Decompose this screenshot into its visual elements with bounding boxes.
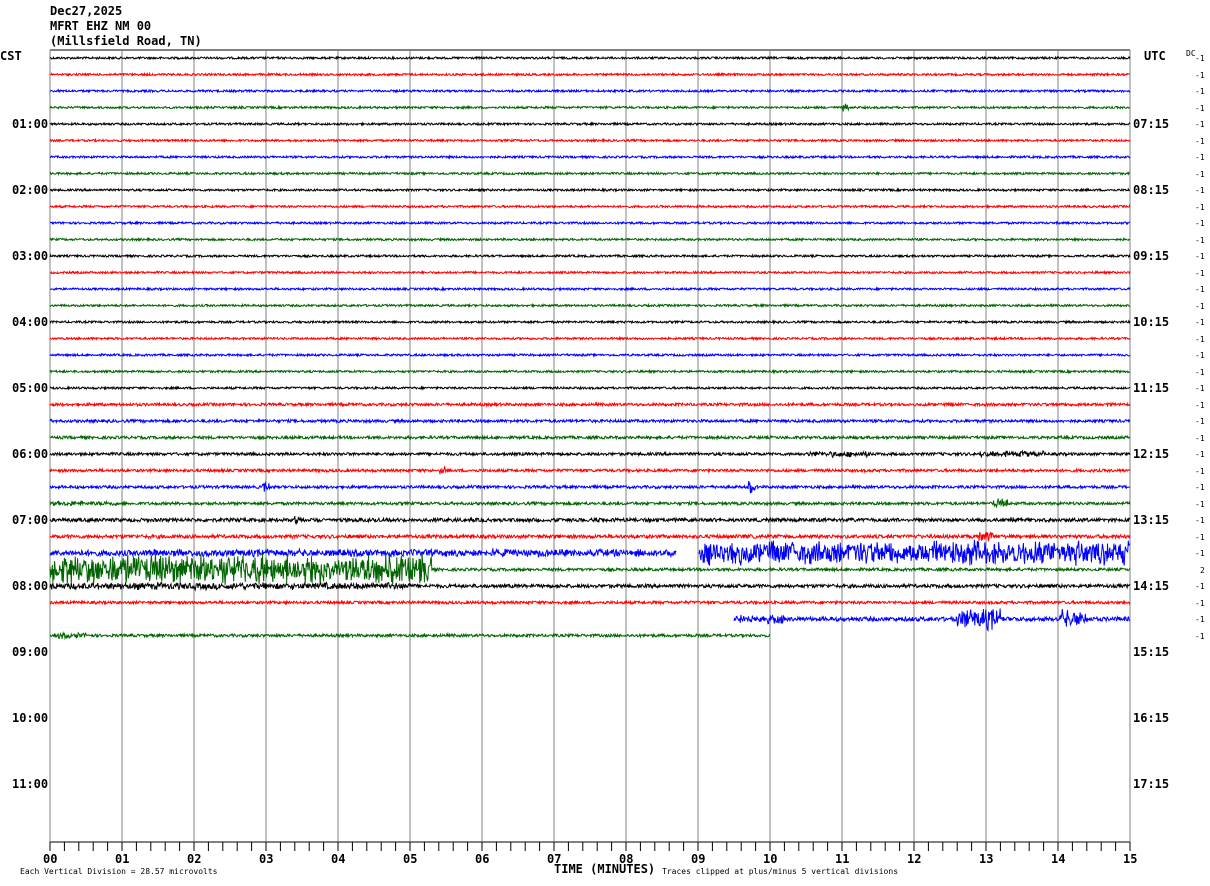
seismic-trace-row-15 bbox=[49, 302, 1131, 309]
seismic-trace-row-13 bbox=[49, 269, 1131, 276]
seismic-trace-row-20 bbox=[49, 385, 1131, 391]
seismic-trace-row-16 bbox=[49, 319, 1131, 325]
seismic-trace-row-23 bbox=[49, 434, 1131, 441]
seismic-trace-row-25 bbox=[49, 465, 1131, 475]
seismic-trace-row-11 bbox=[49, 236, 1131, 243]
seismic-trace-row-14 bbox=[50, 286, 1131, 292]
seismic-trace-row-1 bbox=[49, 71, 1131, 78]
seismic-trace-row-24 bbox=[49, 449, 1131, 459]
seismic-trace-row-2 bbox=[49, 88, 1131, 94]
seismic-trace-row-22 bbox=[49, 417, 1130, 425]
seismic-trace-row-17 bbox=[49, 335, 1131, 342]
seismic-trace-row-19 bbox=[49, 368, 1131, 375]
seismic-trace-row-7 bbox=[49, 170, 1131, 177]
seismic-trace-row-3 bbox=[49, 103, 1131, 112]
seismic-trace-row-31 bbox=[49, 552, 1131, 585]
seismic-trace-row-9 bbox=[49, 203, 1131, 210]
seismic-trace-row-21 bbox=[49, 401, 1131, 408]
seismic-trace-row-33 bbox=[49, 599, 1131, 606]
helicorder-plot bbox=[49, 49, 1131, 851]
seismic-trace-row-10 bbox=[49, 220, 1130, 226]
seismic-trace-row-34 bbox=[733, 608, 1130, 632]
seismic-trace-row-4 bbox=[49, 121, 1131, 127]
seismic-trace-row-6 bbox=[49, 154, 1131, 160]
seismic-trace-row-28 bbox=[49, 515, 1131, 526]
seismic-trace-row-0 bbox=[49, 55, 1131, 61]
seismic-trace-row-32 bbox=[49, 581, 1131, 592]
seismic-trace-row-26 bbox=[49, 480, 1131, 494]
seismic-trace-row-12 bbox=[49, 253, 1131, 259]
seismic-trace-row-18 bbox=[49, 352, 1131, 358]
seismic-trace-row-5 bbox=[49, 137, 1131, 144]
seismic-trace-row-27 bbox=[49, 497, 1131, 509]
seismic-trace-row-29 bbox=[49, 531, 1131, 543]
seismic-trace-row-8 bbox=[49, 187, 1130, 193]
